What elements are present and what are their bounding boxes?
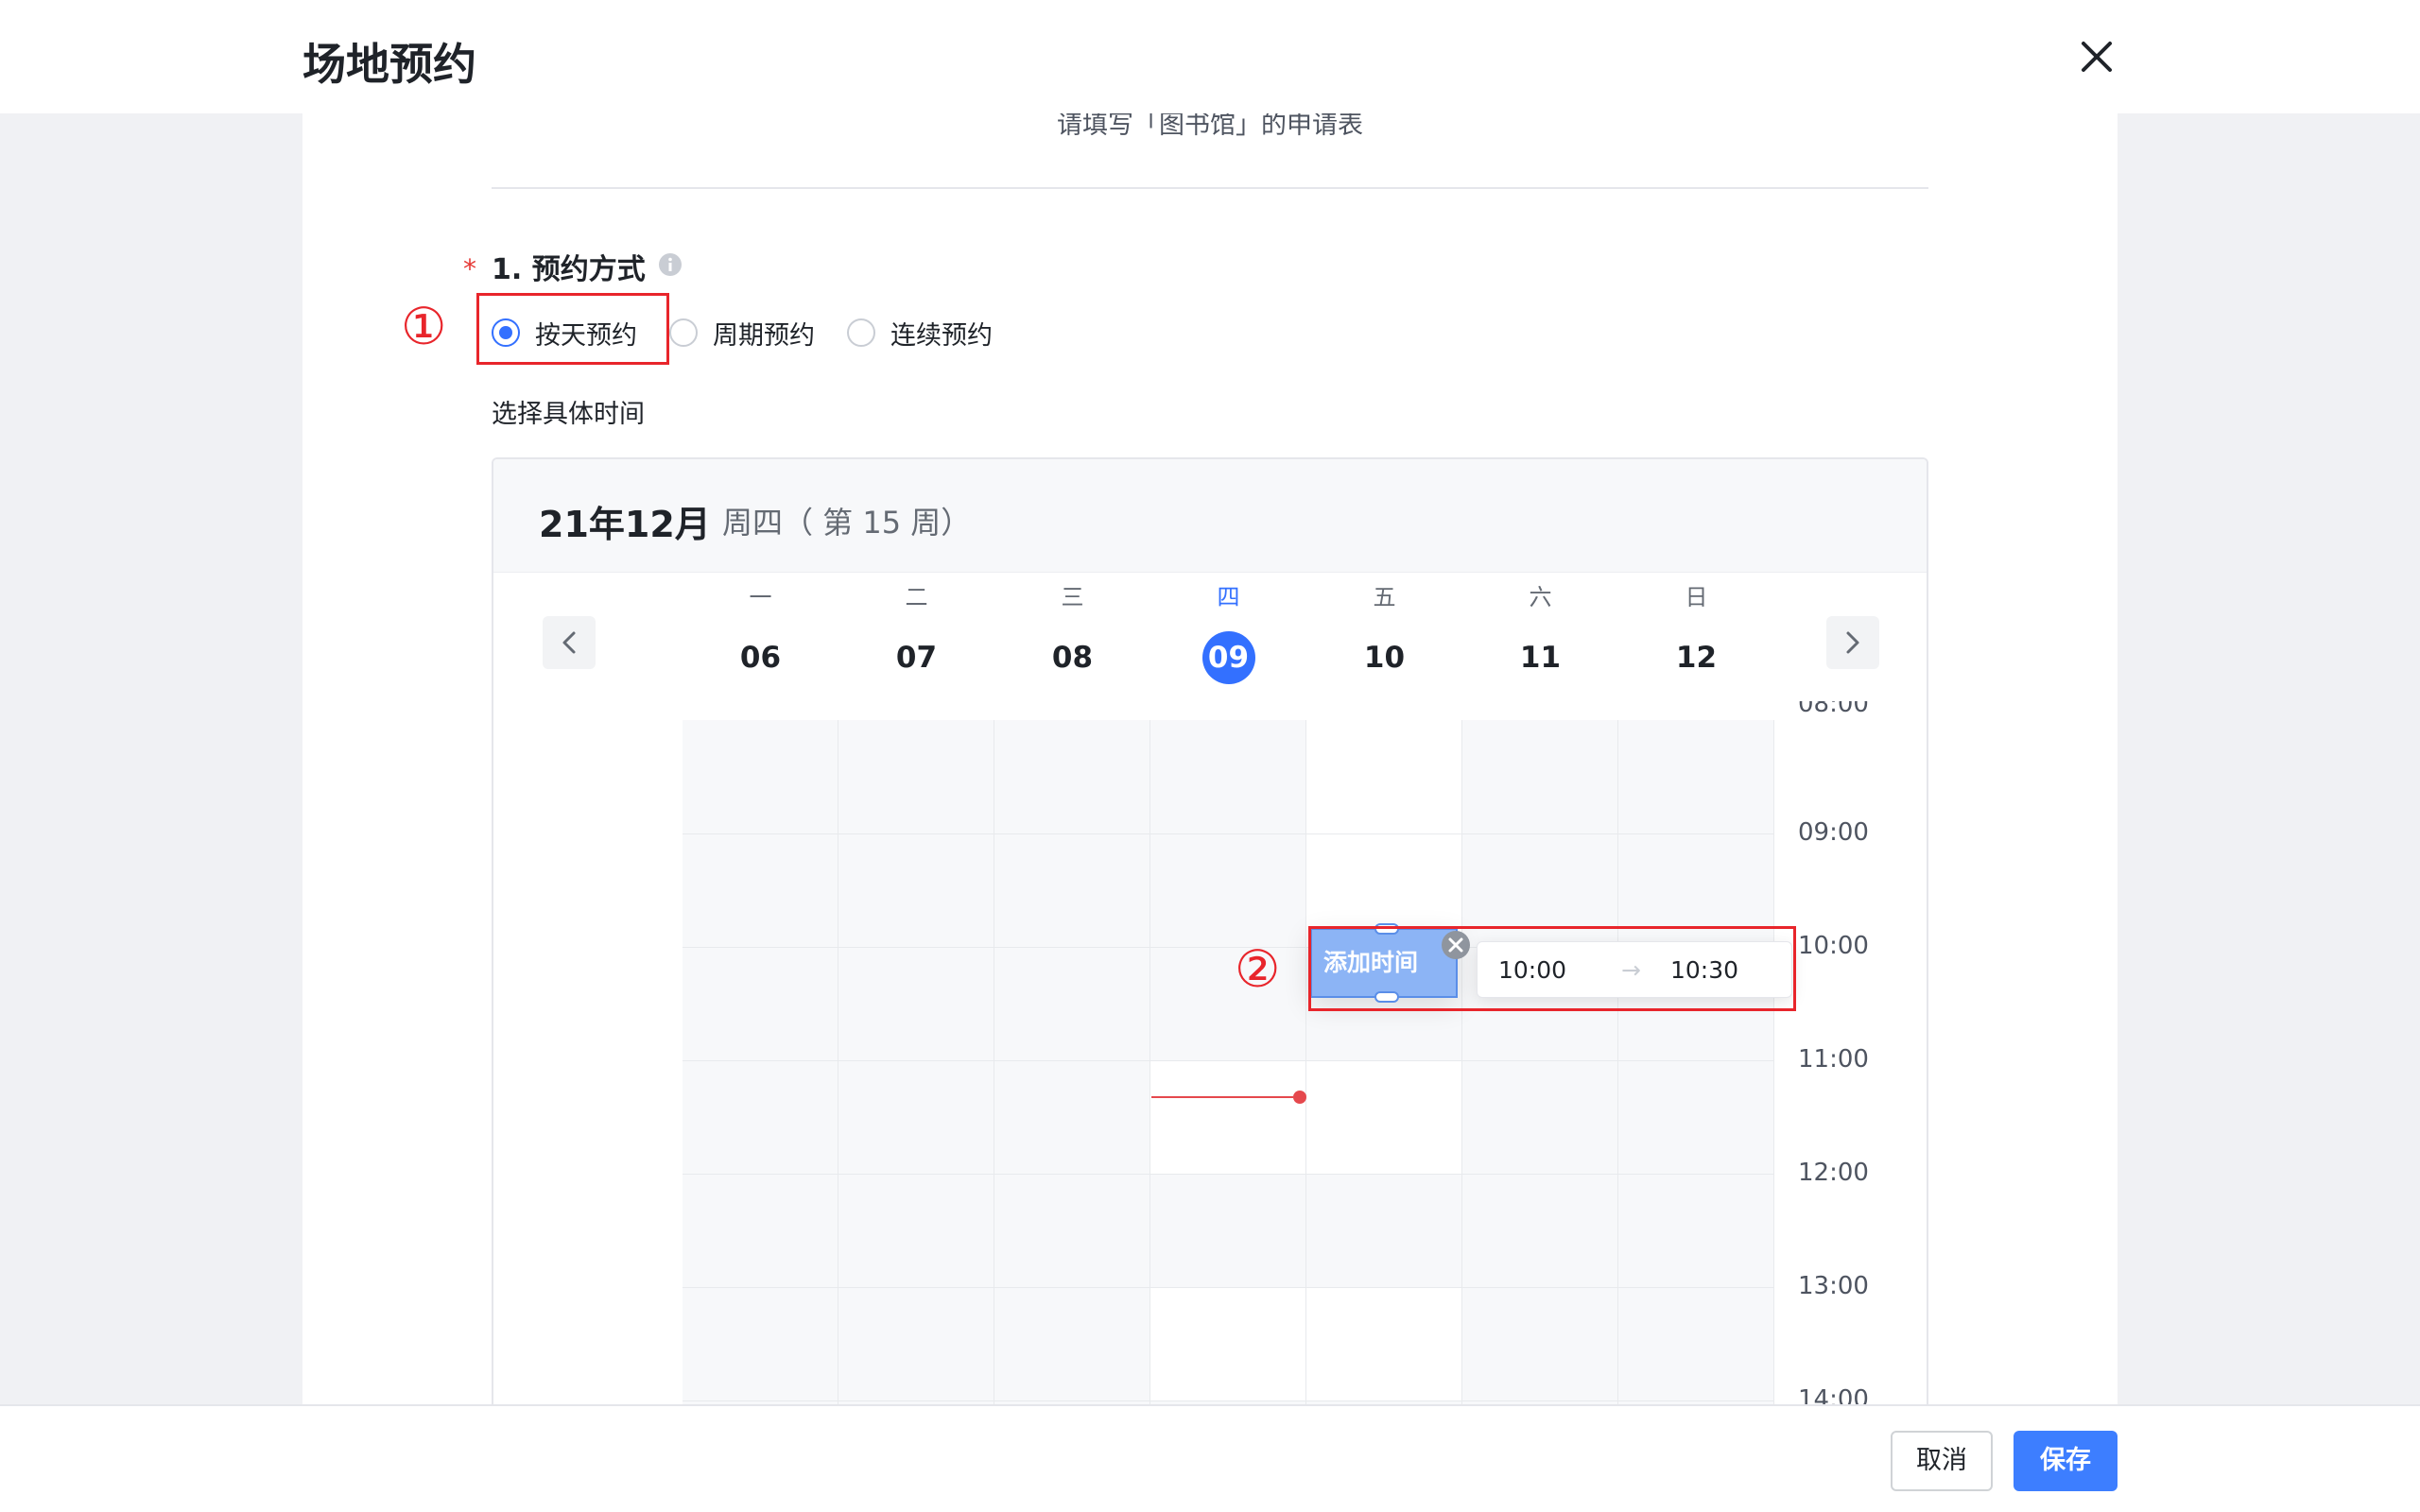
weekday-label: 三 bbox=[1061, 584, 1084, 610]
radio-label: 周期预约 bbox=[713, 320, 815, 351]
grid-column[interactable] bbox=[683, 720, 838, 1404]
hour-label: 14:00 bbox=[1798, 1385, 1869, 1404]
radio-periodic[interactable]: 周期预约 bbox=[669, 315, 815, 352]
available-slot[interactable] bbox=[1150, 1287, 1306, 1400]
day-column-wed[interactable]: 三 08 bbox=[994, 580, 1150, 684]
hour-label: 10:00 bbox=[1798, 932, 1869, 960]
weekday-label: 五 bbox=[1373, 584, 1396, 610]
divider bbox=[492, 187, 1928, 189]
day-column-sat[interactable]: 六 11 bbox=[1462, 580, 1618, 684]
grid-column[interactable] bbox=[994, 720, 1150, 1404]
day-number: 08 bbox=[1051, 641, 1094, 675]
current-time-line bbox=[1151, 1096, 1293, 1098]
hour-label-text: 08:00 bbox=[1798, 701, 1869, 718]
annotation-box-2 bbox=[1308, 926, 1796, 1011]
day-number: 06 bbox=[739, 641, 782, 675]
chevron-left-icon bbox=[562, 631, 576, 654]
required-mark: * bbox=[463, 253, 476, 284]
day-column-fri[interactable]: 五 10 bbox=[1306, 580, 1462, 684]
dialog-title: 场地预约 bbox=[302, 39, 476, 90]
hour-label: 08:00 bbox=[1798, 701, 1869, 722]
time-grid[interactable] bbox=[683, 720, 1774, 1404]
radio-label: 连续预约 bbox=[890, 320, 993, 351]
annotation-number-1: ① bbox=[401, 297, 447, 356]
annotation-number-2: ② bbox=[1235, 939, 1281, 999]
radio-unchecked-icon bbox=[669, 318, 698, 347]
time-section-label: 选择具体时间 bbox=[492, 400, 645, 429]
hour-label: 13:00 bbox=[1798, 1272, 1869, 1300]
annotation-box-1 bbox=[476, 293, 669, 365]
day-number: 10 bbox=[1363, 641, 1406, 675]
weekday-label: 二 bbox=[905, 584, 928, 610]
hour-label: 09:00 bbox=[1798, 818, 1869, 847]
calendar-year-month: 21年12月 bbox=[539, 504, 711, 545]
dialog-footer: 取消 保存 bbox=[0, 1404, 2420, 1512]
radio-unchecked-icon bbox=[847, 318, 875, 347]
calendar-week-info: 周四（ 第 15 周） bbox=[722, 505, 972, 541]
hour-line bbox=[683, 1287, 1774, 1288]
next-week-button[interactable] bbox=[1826, 616, 1879, 669]
calendar-header: 21年12月 周四（ 第 15 周） bbox=[493, 459, 1927, 573]
prev-week-button[interactable] bbox=[543, 616, 596, 669]
weekday-label: 日 bbox=[1685, 584, 1708, 610]
question-label: 1. 预约方式 bbox=[492, 253, 646, 286]
weekday-label: 六 bbox=[1529, 584, 1552, 610]
available-slot[interactable] bbox=[1306, 720, 1462, 833]
info-icon[interactable] bbox=[658, 252, 683, 277]
weekday-label: 四 bbox=[1217, 584, 1240, 610]
cancel-button[interactable]: 取消 bbox=[1891, 1431, 1993, 1491]
save-button[interactable]: 保存 bbox=[2014, 1431, 2118, 1491]
current-time-dot bbox=[1293, 1091, 1306, 1104]
dialog-header: 场地预约 bbox=[0, 0, 2420, 113]
day-number: 07 bbox=[895, 641, 938, 675]
grid-column[interactable] bbox=[1462, 720, 1618, 1404]
day-number-today: 09 bbox=[1201, 631, 1255, 684]
available-slot[interactable] bbox=[1150, 1060, 1306, 1174]
grid-column[interactable] bbox=[1618, 720, 1774, 1404]
day-column-tue[interactable]: 二 07 bbox=[838, 580, 994, 684]
day-column-mon[interactable]: 一 06 bbox=[683, 580, 838, 684]
hour-line bbox=[683, 1174, 1774, 1175]
day-column-thu[interactable]: 四 09 bbox=[1150, 580, 1306, 684]
chevron-right-icon bbox=[1846, 631, 1859, 654]
hour-line bbox=[683, 1060, 1774, 1061]
grid-column[interactable] bbox=[838, 720, 994, 1404]
available-slot[interactable] bbox=[1306, 1060, 1462, 1174]
hour-line bbox=[683, 1400, 1774, 1401]
available-slot[interactable] bbox=[1306, 1287, 1462, 1400]
close-icon[interactable] bbox=[2072, 32, 2121, 81]
day-number: 11 bbox=[1519, 641, 1562, 675]
hour-label: 11:00 bbox=[1798, 1045, 1869, 1074]
radio-continuous[interactable]: 连续预约 bbox=[847, 315, 993, 352]
day-column-sun[interactable]: 日 12 bbox=[1618, 580, 1774, 684]
day-number: 12 bbox=[1675, 641, 1718, 675]
form-subtitle: 请填写「图书馆」的申请表 bbox=[1057, 113, 1363, 140]
hour-line bbox=[683, 833, 1774, 834]
hour-label: 12:00 bbox=[1798, 1159, 1869, 1187]
weekday-label: 一 bbox=[749, 584, 772, 610]
